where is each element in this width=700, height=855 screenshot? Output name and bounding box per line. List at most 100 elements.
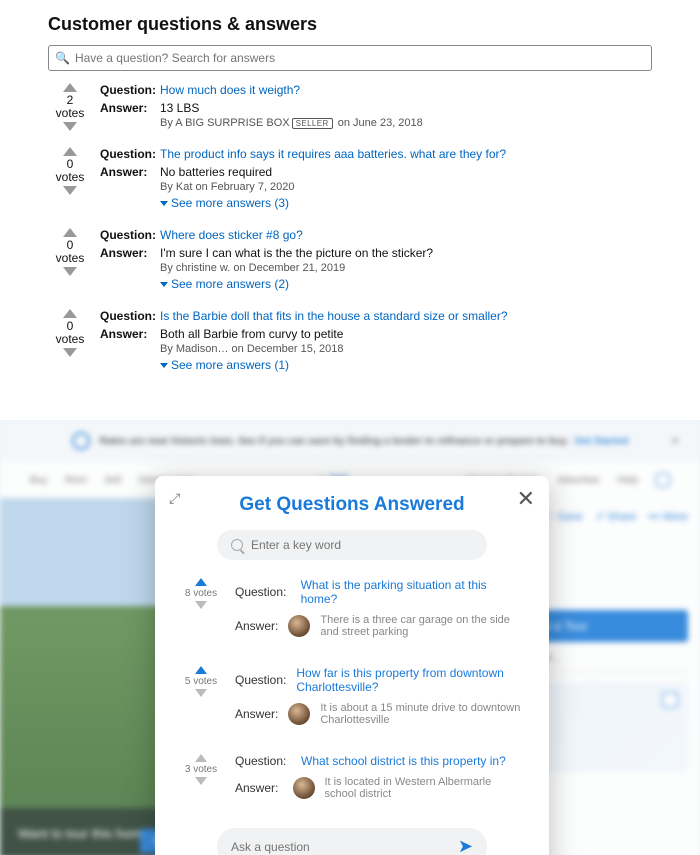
question-link[interactable]: How far is this property from downtown C… [296, 666, 525, 694]
search-icon: 🔍 [55, 51, 70, 65]
nav-advertise[interactable]: Advertise [558, 475, 600, 486]
vote-count: 8 votes [185, 588, 217, 599]
customer-qa-section: Customer questions & answers 🔍 2votes Qu… [0, 0, 700, 420]
qa-title: Customer questions & answers [48, 14, 652, 35]
modal-qa-item: 5 votes Question: How far is this proper… [179, 666, 525, 734]
answer-label: Answer: [100, 327, 160, 372]
see-more-answers[interactable]: See more answers (2) [160, 277, 289, 291]
vote-widget: 0votes [48, 147, 92, 214]
question-link[interactable]: Is the Barbie doll that fits in the hous… [160, 309, 508, 323]
answer-attribution: By Madison… on December 15, 2018 [160, 343, 652, 355]
nav-help[interactable]: Help [617, 475, 638, 486]
nav-sell[interactable]: Sell [104, 475, 121, 486]
question-label: Question: [235, 754, 291, 768]
answer-label: Answer: [100, 246, 160, 291]
modal-qa-item: 8 votes Question: What is the parking si… [179, 578, 525, 646]
vote-widget: 8 votes [179, 578, 223, 646]
upvote-icon[interactable] [195, 666, 207, 674]
see-more-answers[interactable]: See more answers (3) [160, 196, 289, 210]
upvote-icon[interactable] [63, 83, 77, 92]
question-label: Question: [100, 83, 160, 97]
upvote-icon[interactable] [63, 228, 77, 237]
seller-badge: SELLER [292, 118, 333, 129]
qa-search[interactable]: 🔍 [48, 45, 652, 71]
upvote-icon[interactable] [63, 309, 77, 318]
downvote-icon[interactable] [63, 186, 77, 195]
banner-cta[interactable]: Get Started [574, 436, 628, 447]
question-label: Question: [100, 147, 160, 161]
save-action[interactable]: ♡ Save [545, 510, 583, 523]
upvote-icon[interactable] [195, 578, 207, 586]
upvote-icon[interactable] [195, 754, 207, 762]
modal-qa-item: 3 votes Question: What school district i… [179, 754, 525, 808]
see-more-answers[interactable]: See more answers (1) [160, 358, 289, 372]
downvote-icon[interactable] [63, 267, 77, 276]
avatar [288, 615, 310, 637]
vote-widget: 5 votes [179, 666, 223, 734]
qa-item: 0votes Question: Where does sticker #8 g… [48, 228, 652, 295]
expand-icon[interactable]: ⤢ [169, 490, 180, 507]
bag-icon[interactable] [656, 473, 670, 487]
question-link[interactable]: The product info says it requires aaa ba… [160, 147, 506, 161]
answer-attribution: By A BIG SURPRISE BOXSELLER on June 23, … [160, 117, 652, 129]
close-icon[interactable]: ✕ [670, 434, 680, 448]
downvote-icon[interactable] [195, 689, 207, 697]
answer-label: Answer: [235, 707, 278, 721]
question-label: Question: [100, 228, 160, 242]
modal-search[interactable] [217, 530, 487, 560]
vote-count: 0votes [56, 157, 85, 185]
close-icon[interactable]: ✕ [517, 486, 535, 512]
chevron-down-icon [160, 363, 168, 368]
vote-count: 2votes [56, 93, 85, 121]
nav-buy[interactable]: Buy [30, 475, 47, 486]
answer-label: Answer: [100, 101, 160, 129]
vote-widget: 2votes [48, 83, 92, 133]
banner-text: Rates are near historic lows. See if you… [100, 436, 569, 447]
downvote-icon[interactable] [63, 122, 77, 131]
more-action[interactable]: ••• More [648, 510, 688, 523]
answer-text: No batteries required [160, 165, 652, 179]
vote-widget: 3 votes [179, 754, 223, 808]
answer-attribution: By Kat on February 7, 2020 [160, 181, 652, 193]
question-link[interactable]: What school district is this property in… [301, 754, 506, 768]
question-label: Question: [235, 673, 286, 687]
modal-title: Get Questions Answered [179, 494, 525, 516]
ask-question-input[interactable] [231, 840, 458, 854]
answer-text: 13 LBS [160, 101, 652, 115]
chevron-down-icon [160, 201, 168, 206]
question-label: Question: [235, 585, 291, 599]
banner-icon [72, 432, 90, 450]
vote-widget: 0votes [48, 228, 92, 295]
vote-count: 3 votes [185, 764, 217, 775]
question-link[interactable]: Where does sticker #8 go? [160, 228, 303, 242]
question-label: Question: [100, 309, 160, 323]
answer-text: Both all Barbie from curvy to petite [160, 327, 652, 341]
qa-item: 2votes Question: How much does it weigth… [48, 83, 652, 133]
answer-label: Answer: [235, 619, 278, 633]
downvote-icon[interactable] [195, 777, 207, 785]
modal-search-input[interactable] [251, 538, 473, 552]
answer-label: Answer: [100, 165, 160, 210]
question-link[interactable]: What is the parking situation at this ho… [301, 578, 525, 606]
qa-search-input[interactable] [75, 49, 645, 67]
nav-rent[interactable]: Rent [65, 475, 86, 486]
vote-widget: 0votes [48, 309, 92, 376]
avatar [288, 703, 310, 725]
downvote-icon[interactable] [63, 348, 77, 357]
question-link[interactable]: How much does it weigth? [160, 83, 300, 97]
vote-count: 0votes [56, 238, 85, 266]
answer-attribution: By christine w. on December 21, 2019 [160, 262, 652, 274]
answer-label: Answer: [235, 781, 283, 795]
send-icon[interactable]: ➤ [458, 836, 473, 855]
ask-question-bar[interactable]: ➤ [217, 828, 487, 855]
realestate-section: Rates are near historic lows. See if you… [0, 420, 700, 855]
qa-modal: ⤢ ✕ Get Questions Answered 8 votes Quest… [155, 476, 549, 855]
answer-text: There is a three car garage on the side … [320, 614, 525, 638]
search-icon [231, 539, 243, 551]
qa-item: 0votes Question: The product info says i… [48, 147, 652, 214]
downvote-icon[interactable] [195, 601, 207, 609]
promo-banner: Rates are near historic lows. See if you… [0, 420, 700, 462]
qa-item: 0votes Question: Is the Barbie doll that… [48, 309, 652, 376]
upvote-icon[interactable] [63, 147, 77, 156]
share-action[interactable]: ↗ Share [595, 510, 637, 523]
